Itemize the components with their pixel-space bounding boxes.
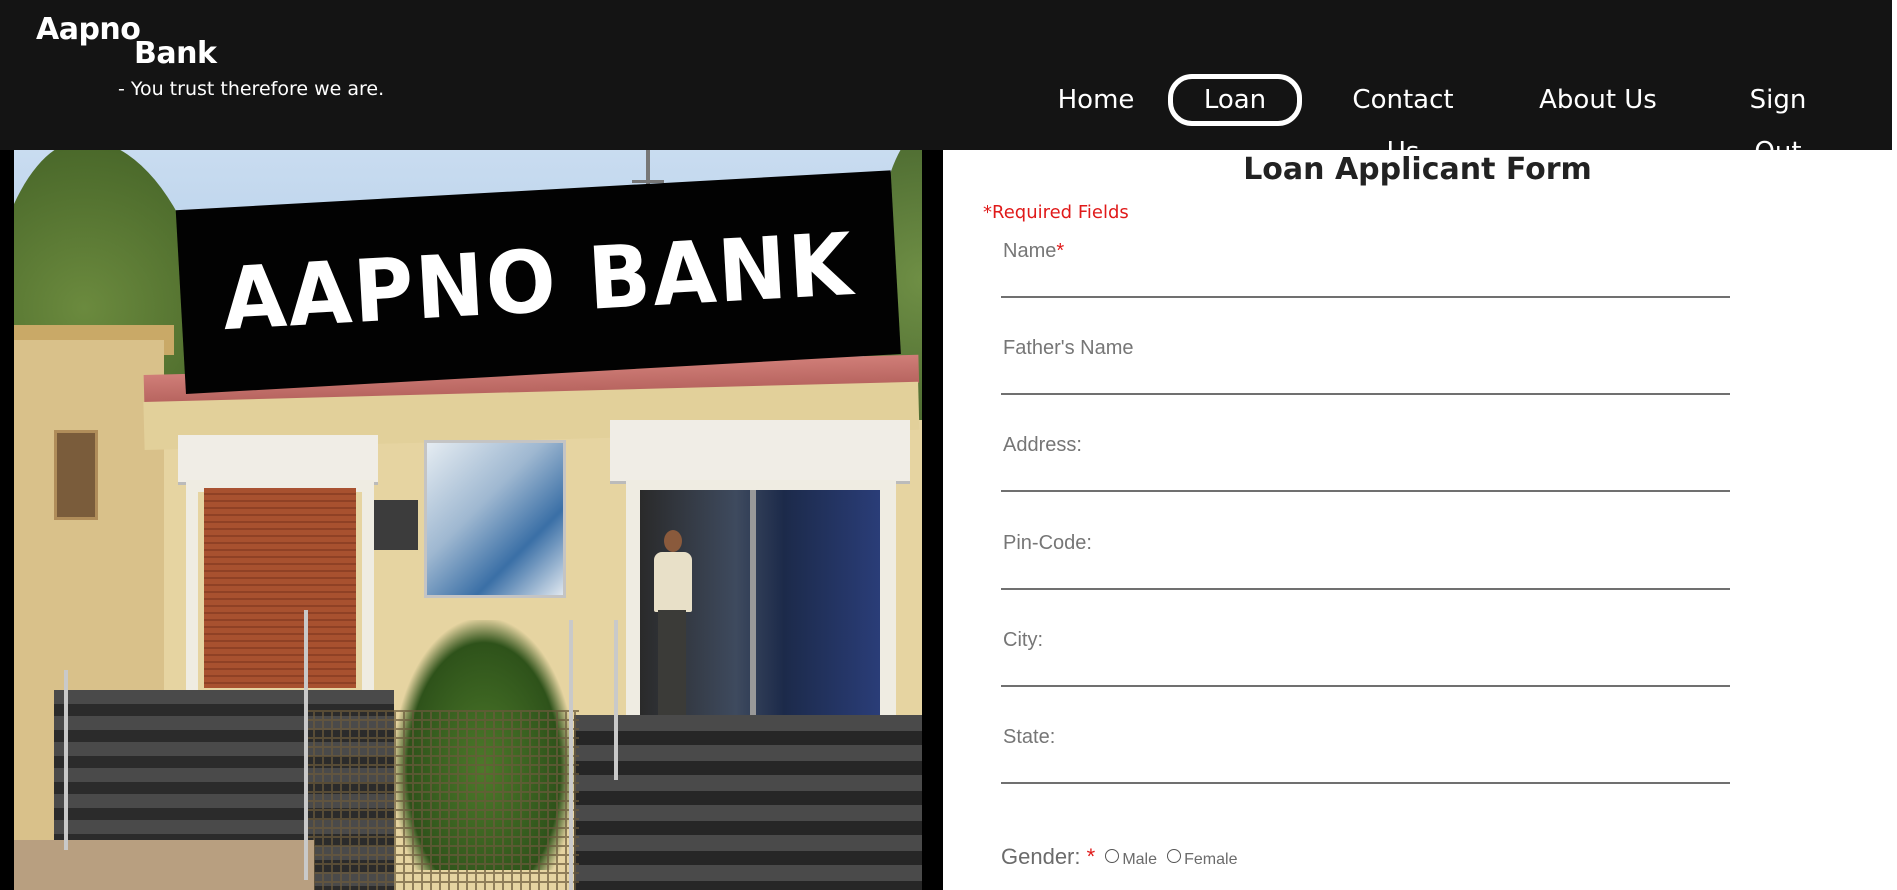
gender-label: Gender:: [1001, 844, 1081, 869]
pin-code-field[interactable]: Pin-Code:: [1001, 532, 1730, 590]
brand-name-line1: Aapno: [36, 12, 141, 47]
city-label: City:: [1003, 629, 1043, 651]
wall-poster: [424, 440, 566, 598]
brand-tagline: - You trust therefore we are.: [118, 78, 385, 100]
gender-group: Gender: * Male Female: [1001, 844, 1237, 870]
person-figure: [650, 530, 694, 730]
required-asterisk: *: [1056, 240, 1065, 262]
pin-code-label: Pin-Code:: [1003, 532, 1092, 554]
gender-male-label: Male: [1122, 851, 1157, 868]
state-field[interactable]: State:: [1001, 726, 1730, 784]
wire-fence: [304, 710, 579, 890]
address-label: Address:: [1003, 434, 1082, 456]
fathers-name-label: Father's Name: [1003, 337, 1134, 359]
gender-required-asterisk: *: [1086, 844, 1096, 869]
shop-shutter: [204, 488, 356, 688]
name-field[interactable]: Name*: [1001, 240, 1730, 298]
bank-branch-photo: AAPNO BANK: [14, 150, 922, 890]
gender-male-radio[interactable]: [1105, 849, 1120, 863]
bank-sign-text: AAPNO BANK: [219, 214, 857, 350]
gender-female-label: Female: [1184, 851, 1238, 868]
nav-sign-out-link[interactable]: Sign Out: [1722, 74, 1834, 167]
city-field[interactable]: City:: [1001, 629, 1730, 687]
nav-home-link[interactable]: Home: [1049, 74, 1143, 126]
nav-loan-link[interactable]: Loan: [1168, 74, 1302, 126]
form-title: Loan Applicant Form: [1243, 152, 1592, 187]
nav-contact-link[interactable]: Contact Us: [1334, 74, 1472, 167]
site-header: Aapno Bank - You trust therefore we are.…: [0, 0, 1897, 167]
name-label: Name*: [1003, 240, 1065, 262]
loan-application-form: Loan Applicant Form *Required Fields Nam…: [943, 150, 1892, 890]
state-label: State:: [1003, 726, 1056, 748]
brand-name-line2: Bank: [134, 36, 217, 71]
nav-about-link[interactable]: About Us: [1534, 74, 1662, 126]
page-scrollbar[interactable]: [1892, 0, 1897, 890]
address-field[interactable]: Address:: [1001, 434, 1730, 492]
gender-female-radio[interactable]: [1167, 849, 1182, 863]
fathers-name-field[interactable]: Father's Name: [1001, 337, 1730, 395]
required-fields-note: *Required Fields: [983, 202, 1129, 223]
entrance-steps-right: [574, 715, 922, 890]
